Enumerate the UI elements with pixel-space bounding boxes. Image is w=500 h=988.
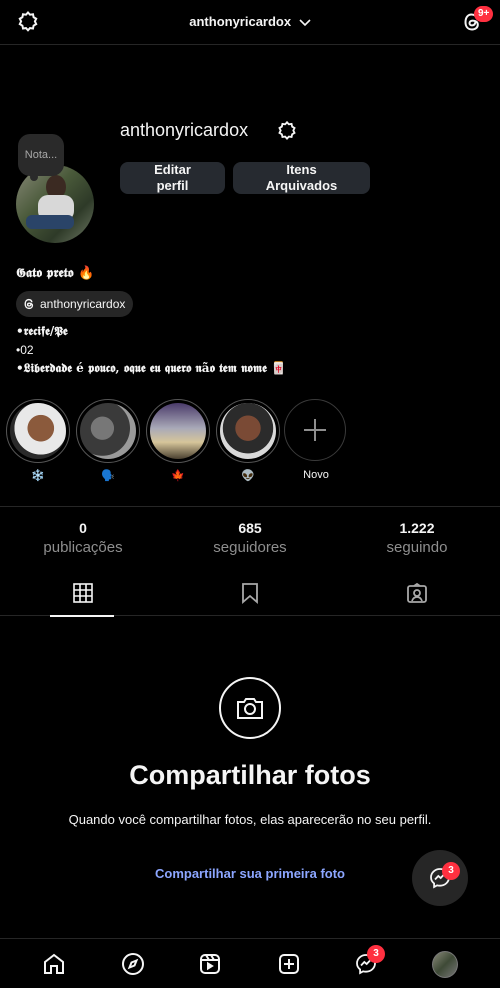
profile-username: anthonyricardox <box>120 120 249 140</box>
stat-following[interactable]: 1.222 seguindo <box>334 520 500 556</box>
highlight-item[interactable]: 🗣️ <box>76 399 140 483</box>
bio-line: •02 <box>16 343 34 357</box>
profile-avatar[interactable] <box>16 165 94 243</box>
highlight-cover <box>220 403 276 459</box>
threads-profile-chip[interactable]: anthonyricardox <box>16 291 134 317</box>
bio-line: •𝖗𝖊𝖈𝖎𝖋𝖊/𝕻𝖊 <box>16 324 68 338</box>
fab-badge: 3 <box>442 862 460 880</box>
home-icon <box>44 953 64 974</box>
new-highlight-button[interactable]: Novo <box>284 399 348 483</box>
nav-create[interactable] <box>276 951 302 977</box>
tab-saved[interactable] <box>167 570 333 616</box>
stat-label: publicações <box>43 539 123 556</box>
highlight-cover <box>150 403 206 459</box>
saved-icon <box>242 583 258 604</box>
account-switcher[interactable]: anthonyricardox <box>0 14 500 29</box>
highlight-item[interactable]: 🍁 <box>146 399 210 483</box>
stat-label: seguidores <box>213 539 287 556</box>
tab-posts-grid[interactable] <box>0 570 166 617</box>
stat-label: seguindo <box>386 539 448 556</box>
nav-home[interactable] <box>41 951 67 977</box>
empty-state-description: Quando você compartilhar fotos, elas apa… <box>68 812 432 827</box>
compass-icon <box>122 953 144 975</box>
highlight-label: ❄️ <box>31 470 45 482</box>
messages-badge: 3 <box>367 945 385 963</box>
threads-small-icon <box>24 298 34 310</box>
empty-state-title: Compartilhar fotos <box>129 760 371 790</box>
stat-followers[interactable]: 685 seguidores <box>167 520 333 556</box>
stat-number: 1.222 <box>399 520 435 536</box>
edit-profile-label: Editar perfil <box>154 162 191 193</box>
highlight-cover <box>80 403 136 459</box>
highlight-cover <box>10 403 66 459</box>
bio-display-name: 𝕲𝖆𝖙𝖔 𝖕𝖗𝖊𝖙𝖔 🔥 <box>16 266 95 281</box>
highlight-label: 🗣️ <box>101 470 115 482</box>
archived-items-button[interactable]: Itens Arquivados <box>233 162 370 194</box>
highlight-label: Novo <box>303 469 329 481</box>
stat-number: 685 <box>238 520 262 536</box>
plus-square-icon <box>279 954 299 974</box>
plus-icon <box>304 419 326 441</box>
highlight-item[interactable]: 👽 <box>216 399 280 483</box>
profile-tabs <box>0 570 500 617</box>
messages-fab[interactable]: 3 <box>412 850 468 906</box>
tagged-icon <box>407 582 427 603</box>
stats-divider <box>0 506 500 507</box>
stat-number: 0 <box>79 520 87 536</box>
nav-explore[interactable] <box>120 951 146 977</box>
profile-avatar-small <box>432 950 458 978</box>
highlight-label: 🍁 <box>171 470 185 482</box>
top-bar: anthonyricardox 9+ <box>0 0 500 45</box>
edit-profile-button[interactable]: Editar perfil <box>120 162 225 194</box>
camera-circle <box>219 677 281 739</box>
bio-line: •𝕷𝖎𝖇𝖊𝖗𝖉𝖆𝖉𝖊 é 𝖕𝖔𝖚𝖈𝖔, 𝖔𝖖𝖚𝖊 𝖊𝖚 𝖖𝖚𝖊𝖗𝖔 𝖓ã𝖔 𝖙𝖊… <box>16 361 287 375</box>
camera-icon <box>237 698 263 719</box>
archived-items-label: Itens Arquivados <box>265 162 338 193</box>
bottom-nav: 3 <box>0 938 500 988</box>
highlight-item[interactable]: ❄️ <box>6 399 70 483</box>
nav-profile[interactable] <box>432 950 458 978</box>
note-bubble[interactable]: Nota... <box>18 134 64 181</box>
stat-posts[interactable]: 0 publicações <box>0 520 166 556</box>
highlight-label: 👽 <box>241 470 255 482</box>
threads-badge: 9+ <box>474 6 494 22</box>
threads-handle: anthonyricardox <box>40 297 126 311</box>
options-gear-icon[interactable] <box>276 120 298 142</box>
chevron-down-icon <box>299 18 311 26</box>
grid-icon <box>73 583 93 603</box>
tab-tagged[interactable] <box>334 570 500 616</box>
reels-icon <box>200 954 220 974</box>
nav-reels[interactable] <box>197 951 223 977</box>
nav-messages[interactable]: 3 <box>353 945 385 977</box>
account-name: anthonyricardox <box>189 14 292 29</box>
